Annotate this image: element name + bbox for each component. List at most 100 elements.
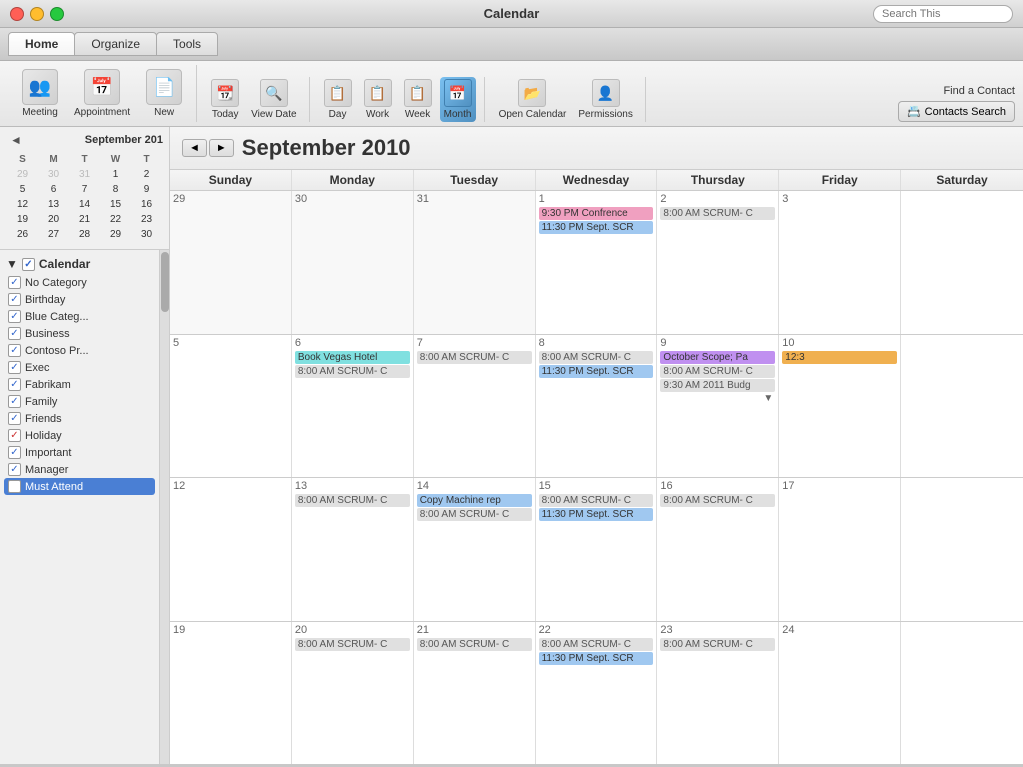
mini-cal-date[interactable]: 15 xyxy=(101,198,130,211)
appointment-button[interactable]: 📅 Appointment xyxy=(68,65,136,122)
event-scrum-sep20[interactable]: 8:00 AM SCRUM- C xyxy=(295,638,410,651)
nav-next[interactable]: ► xyxy=(209,139,234,157)
event-scrum-sep16[interactable]: 8:00 AM SCRUM- C xyxy=(660,494,775,507)
event-sept-scr-2[interactable]: 11:30 PM Sept. SCR xyxy=(539,365,654,378)
mini-cal-date[interactable]: 5 xyxy=(8,183,37,196)
exec-checkbox[interactable] xyxy=(8,361,21,374)
event-12-3[interactable]: 12:3 xyxy=(782,351,897,364)
event-scrum-sep9[interactable]: 8:00 AM SCRUM- C xyxy=(660,365,775,378)
mini-cal-date[interactable]: 29 xyxy=(101,228,130,241)
day-sep19[interactable]: 19 xyxy=(170,622,292,765)
event-scrum-sep2[interactable]: 8:00 AM SCRUM- C xyxy=(660,207,775,220)
mini-cal-date[interactable]: 30 xyxy=(39,168,68,181)
list-item-contoso[interactable]: Contoso Pr... xyxy=(4,342,155,359)
week-button[interactable]: 📋 Week xyxy=(400,77,436,122)
event-scrum-sep13[interactable]: 8:00 AM SCRUM- C xyxy=(295,494,410,507)
work-button[interactable]: 📋 Work xyxy=(360,77,396,122)
holiday-checkbox[interactable] xyxy=(8,429,21,442)
blue-category-checkbox[interactable] xyxy=(8,310,21,323)
mini-cal-date[interactable]: 19 xyxy=(8,213,37,226)
day-sep4-blank[interactable] xyxy=(901,191,1023,334)
day-button[interactable]: 📋 Day xyxy=(320,77,356,122)
mini-cal-date[interactable]: 30 xyxy=(132,228,161,241)
mini-cal-date[interactable]: 13 xyxy=(39,198,68,211)
must-attend-checkbox[interactable] xyxy=(8,480,21,493)
mini-cal-date[interactable]: 7 xyxy=(70,183,99,196)
mini-cal-date[interactable]: 29 xyxy=(8,168,37,181)
day-sep13[interactable]: 13 8:00 AM SCRUM- C xyxy=(292,478,414,621)
mini-cal-date[interactable]: 1 xyxy=(101,168,130,181)
day-sep25-blank[interactable] xyxy=(901,622,1023,765)
list-item-family[interactable]: Family xyxy=(4,393,155,410)
event-sept-scr-4[interactable]: 11:30 PM Sept. SCR xyxy=(539,652,654,665)
day-sep6[interactable]: 6 Book Vegas Hotel 8:00 AM SCRUM- C xyxy=(292,335,414,478)
event-scrum-sep15[interactable]: 8:00 AM SCRUM- C xyxy=(539,494,654,507)
list-item-blue-category[interactable]: Blue Categ... xyxy=(4,308,155,325)
event-sept-scr-3[interactable]: 11:30 PM Sept. SCR xyxy=(539,508,654,521)
mini-cal-date[interactable]: 16 xyxy=(132,198,161,211)
day-sep24[interactable]: 24 xyxy=(779,622,901,765)
list-item-no-category[interactable]: No Category xyxy=(4,274,155,291)
new-button[interactable]: 📄 New xyxy=(140,65,188,122)
mini-cal-date[interactable]: 20 xyxy=(39,213,68,226)
mini-cal-date[interactable]: 8 xyxy=(101,183,130,196)
event-scrum-sep23[interactable]: 8:00 AM SCRUM- C xyxy=(660,638,775,651)
tab-organize[interactable]: Organize xyxy=(74,32,157,56)
family-checkbox[interactable] xyxy=(8,395,21,408)
business-checkbox[interactable] xyxy=(8,327,21,340)
day-sep11-blank[interactable] xyxy=(901,335,1023,478)
event-scrum-sep7[interactable]: 8:00 AM SCRUM- C xyxy=(417,351,532,364)
day-sep23[interactable]: 23 8:00 AM SCRUM- C xyxy=(657,622,779,765)
permissions-button[interactable]: 👤 Permissions xyxy=(574,77,636,122)
no-category-checkbox[interactable] xyxy=(8,276,21,289)
day-sep17[interactable]: 17 xyxy=(779,478,901,621)
today-button[interactable]: 📆 Today xyxy=(207,77,243,122)
day-aug29[interactable]: 29 xyxy=(170,191,292,334)
close-button[interactable] xyxy=(10,7,24,21)
important-checkbox[interactable] xyxy=(8,446,21,459)
manager-checkbox[interactable] xyxy=(8,463,21,476)
friends-checkbox[interactable] xyxy=(8,412,21,425)
mini-cal-date[interactable]: 9 xyxy=(132,183,161,196)
list-item-fabrikam[interactable]: Fabrikam xyxy=(4,376,155,393)
event-copy-machine[interactable]: Copy Machine rep xyxy=(417,494,532,507)
day-sep14[interactable]: 14 Copy Machine rep 8:00 AM SCRUM- C xyxy=(414,478,536,621)
day-aug31[interactable]: 31 xyxy=(414,191,536,334)
day-sep10[interactable]: 10 12:3 xyxy=(779,335,901,478)
event-2011-budget[interactable]: 9:30 AM 2011 Budg xyxy=(660,379,775,392)
fabrikam-checkbox[interactable] xyxy=(8,378,21,391)
event-scrum-sep14[interactable]: 8:00 AM SCRUM- C xyxy=(417,508,532,521)
event-october-scope[interactable]: October Scope; Pa xyxy=(660,351,775,364)
day-sep21[interactable]: 21 8:00 AM SCRUM- C xyxy=(414,622,536,765)
day-sep12[interactable]: 12 xyxy=(170,478,292,621)
tab-home[interactable]: Home xyxy=(8,32,75,56)
view-date-button[interactable]: 🔍 View Date xyxy=(247,77,300,122)
event-scrum-sep21[interactable]: 8:00 AM SCRUM- C xyxy=(417,638,532,651)
mini-cal-date[interactable]: 14 xyxy=(70,198,99,211)
day-sep1[interactable]: 1 9:30 PM Confrence 11:30 PM Sept. SCR xyxy=(536,191,658,334)
day-sep22[interactable]: 22 8:00 AM SCRUM- C 11:30 PM Sept. SCR xyxy=(536,622,658,765)
day-sep15[interactable]: 15 8:00 AM SCRUM- C 11:30 PM Sept. SCR xyxy=(536,478,658,621)
event-scrum-sep6[interactable]: 8:00 AM SCRUM- C xyxy=(295,365,410,378)
list-item-holiday[interactable]: Holiday xyxy=(4,427,155,444)
event-confrence[interactable]: 9:30 PM Confrence xyxy=(539,207,654,220)
list-item-birthday[interactable]: Birthday xyxy=(4,291,155,308)
day-sep2[interactable]: 2 8:00 AM SCRUM- C xyxy=(657,191,779,334)
mini-cal-date[interactable]: 6 xyxy=(39,183,68,196)
maximize-button[interactable] xyxy=(50,7,64,21)
day-sep16[interactable]: 16 8:00 AM SCRUM- C xyxy=(657,478,779,621)
contacts-search-button[interactable]: 📇 Contacts Search xyxy=(898,101,1015,122)
month-button[interactable]: 📅 Month xyxy=(440,77,476,122)
mini-cal-date[interactable]: 21 xyxy=(70,213,99,226)
day-sep18-blank[interactable] xyxy=(901,478,1023,621)
day-sep7[interactable]: 7 8:00 AM SCRUM- C xyxy=(414,335,536,478)
event-scrum-sep8[interactable]: 8:00 AM SCRUM- C xyxy=(539,351,654,364)
mini-cal-date[interactable]: 23 xyxy=(132,213,161,226)
meeting-button[interactable]: 👥 Meeting xyxy=(16,65,64,122)
list-item-must-attend[interactable]: Must Attend xyxy=(4,478,155,495)
open-calendar-button[interactable]: 📂 Open Calendar xyxy=(495,77,571,122)
search-bar[interactable] xyxy=(873,5,1013,23)
calendar-list-header[interactable]: ▼ Calendar xyxy=(4,254,155,274)
mini-cal-date[interactable]: 12 xyxy=(8,198,37,211)
day-aug30[interactable]: 30 xyxy=(292,191,414,334)
